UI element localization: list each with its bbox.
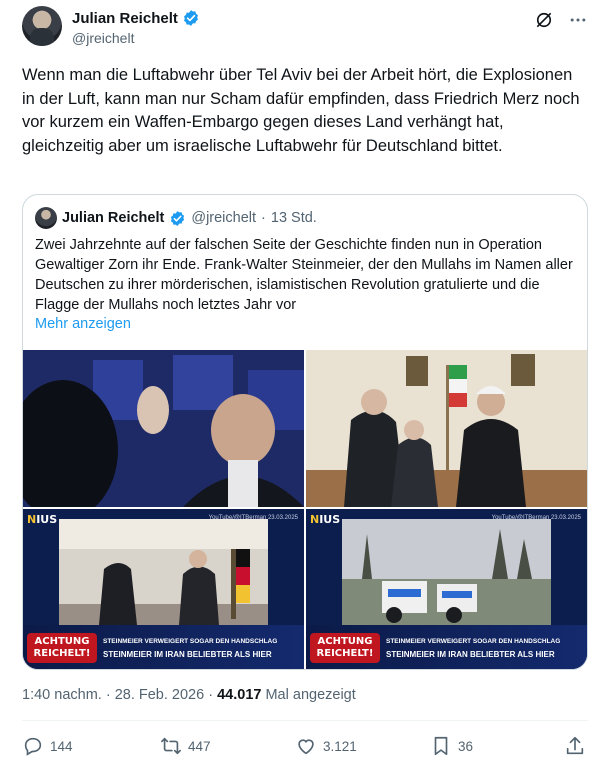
news-subheadline: STEINMEIER VERWEIGERT SOGAR DEN HANDSCHL… <box>103 638 278 645</box>
verified-badge-icon <box>183 10 198 26</box>
repost-count: 447 <box>188 738 211 754</box>
bookmark-button[interactable]: 36 <box>430 735 473 757</box>
video-source-caption: YouTube/@ITBerman 23.03.2025 <box>491 515 581 521</box>
show-more-link[interactable]: Mehr anzeigen <box>35 316 131 332</box>
news-headline: STEINMEIER IM IRAN BELIEBTER ALS HIER <box>103 650 272 659</box>
more-options-icon[interactable] <box>568 10 588 30</box>
quoted-author-handle: @jreichelt <box>191 210 257 226</box>
divider <box>22 720 588 721</box>
separator-dot: · <box>261 210 266 226</box>
quoted-author-avatar <box>35 207 57 229</box>
reply-count: 144 <box>50 738 73 754</box>
nius-logo: NIUS <box>310 513 341 526</box>
reply-icon <box>24 737 42 756</box>
share-button[interactable] <box>564 735 586 757</box>
repost-button[interactable]: 447 <box>160 735 211 757</box>
tweet-header: Julian Reichelt @jreichelt <box>22 6 588 50</box>
like-count: 3.121 <box>323 738 357 754</box>
show-badge: ACHTUNG REICHELT! <box>310 633 380 663</box>
view-count: 44.017 <box>217 687 262 703</box>
grok-icon[interactable] <box>534 10 554 30</box>
media-photo-2[interactable] <box>306 350 587 507</box>
bookmark-count: 36 <box>458 738 474 754</box>
nius-logo: NIUS <box>27 513 58 526</box>
reply-button[interactable]: 144 <box>22 735 73 757</box>
verified-badge-icon <box>171 210 185 226</box>
media-photo-1[interactable] <box>23 350 304 507</box>
media-grid: NIUS YouTube/@ITBerman 23.03.2025 ACHTUN… <box>23 350 587 669</box>
author-name-row: Julian Reichelt <box>72 9 200 27</box>
quoted-tweet-age: 13 Std. <box>270 210 317 226</box>
quoted-tweet-header: Julian Reichelt @jreichelt · 13 Std. <box>35 207 317 229</box>
photo-1-illustration <box>23 350 304 507</box>
author-name[interactable]: Julian Reichelt <box>72 10 178 27</box>
video-source-caption: YouTube/@ITBerman 23.03.2025 <box>208 515 298 521</box>
news-headline: STEINMEIER IM IRAN BELIEBTER ALS HIER <box>386 650 555 659</box>
header-icons <box>534 10 588 30</box>
meta-separator: · <box>204 687 218 703</box>
quoted-tweet-text: Zwei Jahrzehnte auf der falschen Seite d… <box>35 237 573 313</box>
author-avatar[interactable] <box>22 6 62 46</box>
tweet-time[interactable]: 1:40 nachm. <box>22 687 102 703</box>
meta-separator: · <box>101 687 115 703</box>
video-frame <box>59 519 268 625</box>
author-handle[interactable]: @jreichelt <box>72 30 134 46</box>
quoted-author-name: Julian Reichelt <box>62 210 165 226</box>
news-lower-third: ACHTUNG REICHELT! STEINMEIER VERWEIGERT … <box>23 625 304 669</box>
like-button[interactable]: 3.121 <box>295 735 357 757</box>
action-bar: 144 447 3.121 36 <box>22 735 588 759</box>
news-lower-third: ACHTUNG REICHELT! STEINMEIER VERWEIGERT … <box>306 625 587 669</box>
media-video-thumb-1[interactable]: NIUS YouTube/@ITBerman 23.03.2025 ACHTUN… <box>23 509 304 669</box>
video-still-illustration <box>342 519 551 625</box>
news-subheadline: STEINMEIER VERWEIGERT SOGAR DEN HANDSCHL… <box>386 638 561 645</box>
quoted-tweet[interactable]: Julian Reichelt @jreichelt · 13 Std. Zwe… <box>22 194 588 670</box>
photo-2-illustration <box>306 350 587 507</box>
share-icon <box>566 736 584 755</box>
video-frame <box>342 519 551 625</box>
tweet-date[interactable]: 28. Feb. 2026 <box>115 687 205 703</box>
tweet-text: Wenn man die Luftabwehr über Tel Aviv be… <box>22 66 580 155</box>
views-label: Mal angezeigt <box>261 687 356 703</box>
tweet-timestamp: 1:40 nachm. · 28. Feb. 2026 · 44.017 Mal… <box>22 687 356 703</box>
heart-icon <box>298 739 314 755</box>
media-video-thumb-2[interactable]: NIUS YouTube/@ITBerman 23.03.2025 ACHTUN… <box>306 509 587 669</box>
video-still-illustration <box>59 519 268 625</box>
bookmark-icon <box>434 736 448 756</box>
repost-icon <box>161 737 181 755</box>
show-badge: ACHTUNG REICHELT! <box>27 633 97 663</box>
